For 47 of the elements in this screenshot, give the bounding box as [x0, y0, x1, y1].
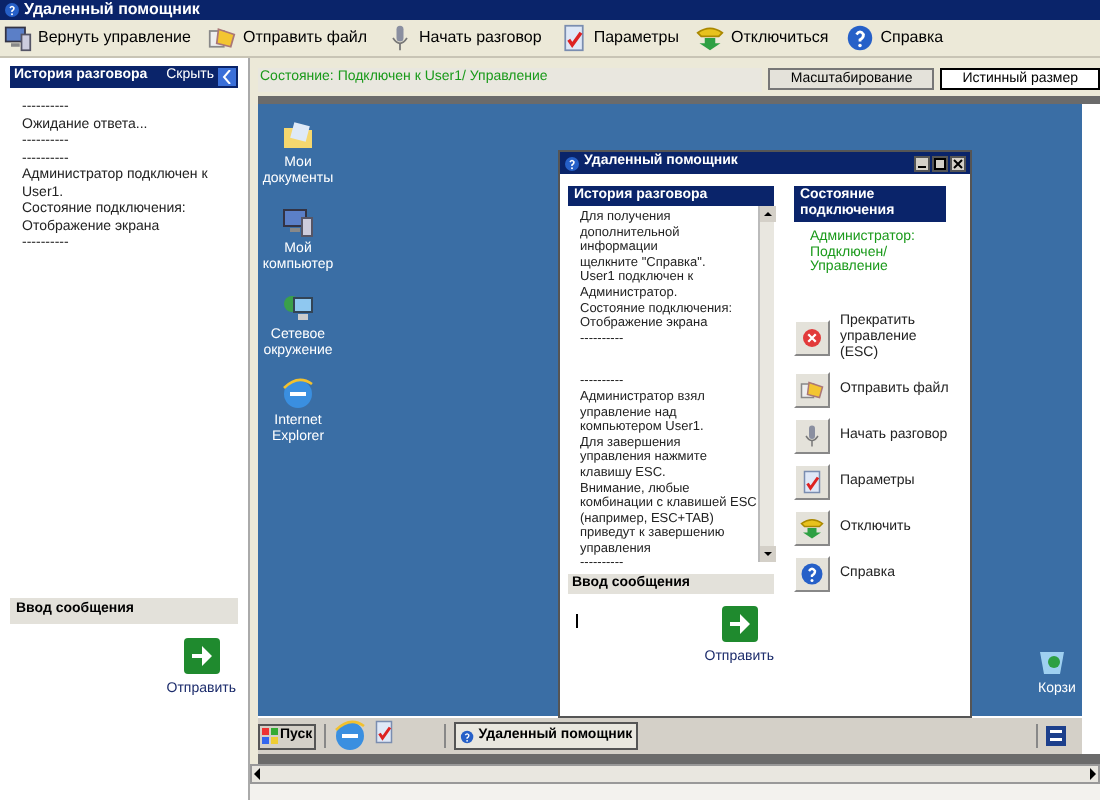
- toolbar-button[interactable]: Вернуть управление: [4, 24, 191, 52]
- minimize-button[interactable]: [914, 155, 930, 171]
- help-icon: [460, 727, 475, 745]
- toolbar-button[interactable]: Начать разговор: [385, 24, 542, 52]
- toolbar-button[interactable]: Справка: [846, 24, 944, 52]
- browser-icon: [282, 378, 314, 410]
- tray-icon: [1046, 726, 1066, 746]
- action-button[interactable]: [794, 319, 830, 355]
- windows-icon: [262, 728, 278, 744]
- help-icon: [846, 24, 875, 52]
- computer-icon: [4, 24, 32, 52]
- checklist-icon: [800, 469, 824, 493]
- phone-icon: [800, 515, 824, 539]
- help-icon: [564, 155, 580, 171]
- scroll-up-icon: [760, 206, 776, 222]
- action-button[interactable]: [794, 509, 830, 545]
- close-button[interactable]: [950, 155, 966, 171]
- toolbar-button[interactable]: Отключиться: [696, 24, 829, 52]
- document-icon: [208, 24, 237, 52]
- scrollbar[interactable]: [758, 206, 774, 562]
- phone-icon: [696, 24, 725, 52]
- maximize-icon: [934, 157, 946, 169]
- document-icon: [800, 377, 824, 401]
- checklist-icon: [372, 720, 397, 744]
- toolbar-button[interactable]: Параметры: [559, 24, 679, 52]
- close-icon: [952, 157, 964, 169]
- window-title: Удаленный помощник: [24, 2, 200, 18]
- maximize-button[interactable]: [932, 155, 948, 171]
- checklist-icon: [559, 24, 588, 52]
- stop-icon: [800, 325, 824, 349]
- action-button[interactable]: [794, 417, 830, 453]
- microphone-icon: [800, 423, 824, 447]
- folder-icon: [282, 120, 314, 152]
- scroll-right-icon: [1086, 766, 1098, 782]
- chevron-icon: [222, 70, 232, 84]
- action-button[interactable]: [794, 555, 830, 591]
- collapse-button[interactable]: [218, 68, 236, 86]
- toolbar-button[interactable]: Отправить файл: [208, 24, 368, 52]
- scroll-down-icon: [760, 546, 776, 562]
- help-icon: [4, 2, 20, 18]
- computer-icon: [282, 206, 314, 238]
- action-button[interactable]: [794, 463, 830, 499]
- help-icon: [800, 561, 824, 585]
- network-icon: [282, 292, 314, 324]
- recycle-bin-icon: [1038, 648, 1066, 676]
- horizontal-scrollbar[interactable]: [250, 764, 1100, 784]
- action-button[interactable]: [794, 371, 830, 407]
